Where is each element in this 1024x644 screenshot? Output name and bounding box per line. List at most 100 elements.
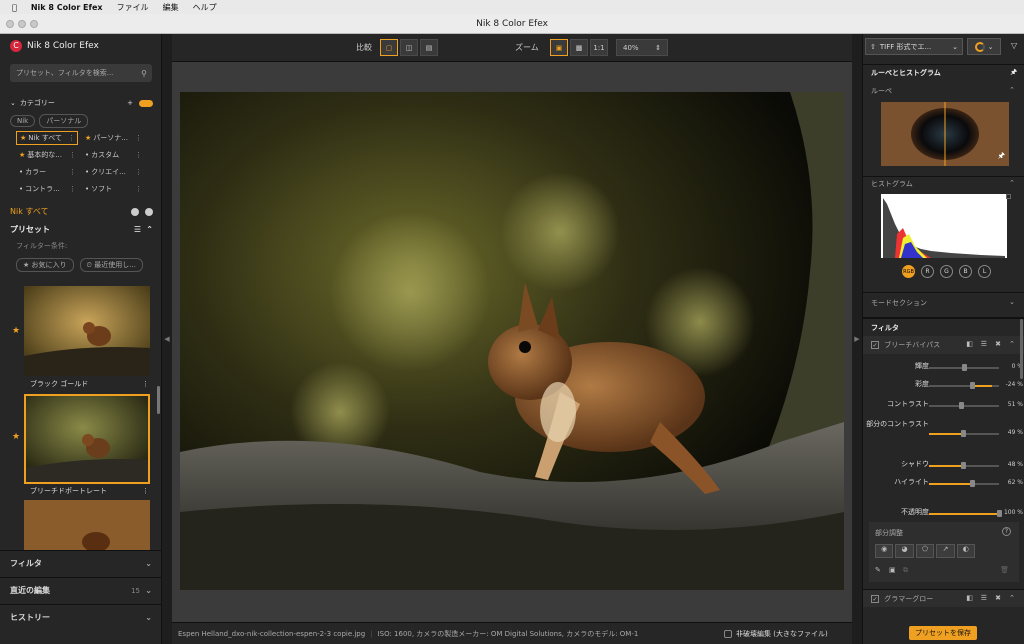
close-window-button[interactable] — [6, 20, 14, 28]
category-basic[interactable]: ★ 基本的な... ⋮ — [16, 148, 78, 162]
control-point-icon[interactable]: ◉ — [875, 544, 894, 558]
category-color[interactable]: • カラー ⋮ — [16, 165, 78, 179]
filter-enable-checkbox[interactable]: ✓ — [871, 595, 879, 603]
histogram-header[interactable]: ヒストグラム ⌃ — [863, 176, 1024, 190]
minimize-window-button[interactable] — [18, 20, 26, 28]
search-input[interactable]: プリセット、フィルタを検索... ⚲ — [10, 64, 152, 82]
remove-filter-icon[interactable]: ✖ — [995, 594, 1001, 602]
more-icon[interactable]: ⋮ — [135, 185, 142, 193]
category-soft[interactable]: • ソフト ⋮ — [82, 182, 144, 196]
slider-track[interactable] — [929, 402, 999, 409]
categories-chevron-icon[interactable]: ⌄ — [10, 99, 16, 107]
second-filter-header[interactable]: ✓ グラマーグロー ◧ ☰ ✖ ⌃ — [863, 589, 1024, 607]
compare-split-button[interactable]: ◫ — [400, 39, 418, 56]
filter-section-header[interactable]: フィルタ ⌄ — [0, 550, 162, 576]
loupe-header[interactable]: ルーペ ⌃ — [863, 84, 1024, 98]
compare-single-button[interactable]: ▢ — [380, 39, 398, 56]
help-icon[interactable]: ? — [1002, 527, 1011, 536]
slider-knob[interactable] — [970, 480, 976, 487]
mask-icon[interactable]: ◧ — [966, 340, 973, 348]
copy-icon[interactable]: ⧉ — [903, 566, 908, 575]
slider-knob[interactable] — [970, 382, 976, 389]
menu-edit[interactable]: 編集 — [163, 2, 179, 13]
more-icon[interactable]: ⋮ — [135, 168, 142, 176]
preset-scrollbar[interactable] — [157, 386, 160, 414]
slider-track[interactable] — [929, 382, 999, 389]
zoom-select[interactable]: 40% ⇕ — [616, 39, 668, 56]
clipping-checkbox[interactable] — [1006, 194, 1011, 199]
more-icon[interactable]: ⋮ — [135, 134, 142, 142]
category-toggle[interactable] — [139, 99, 153, 107]
right-scrollbar[interactable] — [1020, 319, 1023, 379]
favorites-filter[interactable]: ★ お気に入り — [16, 258, 74, 272]
preset-thumbnail-partial[interactable] — [24, 500, 150, 550]
recent-edits-header[interactable]: 直近の編集 15 ⌄ — [0, 577, 162, 603]
mode-section-header[interactable]: モードセクション ⌄ — [863, 292, 1024, 310]
export-button[interactable]: ⇧ TIFF 形式でエ... ⌄ — [865, 38, 963, 55]
more-icon[interactable]: ⋮ — [69, 168, 76, 176]
apple-menu-icon[interactable]:  — [12, 3, 17, 12]
more-icon[interactable]: ⋮ — [142, 487, 149, 495]
panel-menu-icon[interactable]: ▽ — [1011, 41, 1017, 50]
right-panel-collapse-handle[interactable]: ▶ — [852, 34, 862, 644]
add-preset-icon[interactable] — [131, 207, 139, 216]
nondestructive-checkbox[interactable] — [724, 629, 732, 638]
slider-knob[interactable] — [960, 430, 966, 437]
compare-sidebyside-button[interactable]: ▤ — [420, 39, 438, 56]
slider-knob[interactable] — [960, 462, 966, 469]
zoom-window-button[interactable] — [30, 20, 38, 28]
filter-section-header[interactable]: フィルタ — [863, 317, 1024, 335]
mask-icon[interactable]: ◧ — [966, 594, 973, 602]
collapse-icon[interactable]: ⌃ — [1009, 340, 1015, 348]
more-icon[interactable]: ⋮ — [142, 380, 149, 388]
menu-icon[interactable]: ☰ — [981, 594, 987, 602]
preset-thumbnail-bleached-portrait[interactable] — [24, 394, 150, 484]
loupe-histogram-header[interactable]: ルーペとヒストグラム 🖈 — [863, 64, 1024, 80]
luminosity-icon[interactable]: ◐ — [956, 544, 976, 558]
slider-track[interactable] — [929, 462, 999, 469]
eyedropper-icon[interactable]: ✎ — [875, 566, 881, 574]
category-contrast[interactable]: • コントラ... ⋮ — [16, 182, 78, 196]
recent-filter[interactable]: ⏲ 最近使用し... — [79, 258, 143, 272]
menu-file[interactable]: ファイル — [117, 2, 149, 13]
slider-knob[interactable] — [962, 364, 967, 371]
add-category-icon[interactable]: + — [127, 99, 133, 107]
slider-track[interactable] — [929, 510, 1002, 517]
tab-personal[interactable]: パーソナル — [39, 114, 89, 128]
slider-track[interactable] — [929, 430, 999, 437]
category-custom[interactable]: • カスタム ⋮ — [82, 148, 144, 162]
remove-filter-icon[interactable]: ✖ — [995, 340, 1001, 348]
zoom-fit-button[interactable]: ▣ — [550, 39, 568, 56]
channel-b-button[interactable]: B — [959, 265, 972, 278]
collapse-presets-icon[interactable]: ⌃ — [146, 225, 153, 234]
more-icon[interactable]: ⋮ — [69, 151, 76, 159]
more-options-icon[interactable] — [145, 207, 153, 216]
processing-indicator[interactable]: ⌄ — [967, 38, 1001, 55]
tab-nik[interactable]: Nik — [10, 115, 36, 127]
pin-icon[interactable]: 🖈 — [998, 150, 1005, 164]
pin-icon[interactable]: 🖈 — [1011, 68, 1017, 79]
more-icon[interactable]: ⋮ — [68, 134, 75, 142]
menu-app-name[interactable]: Nik 8 Color Efex — [31, 3, 103, 12]
zoom-fill-button[interactable]: ▩ — [570, 39, 588, 56]
trash-icon[interactable]: 🗑 — [1000, 566, 1009, 574]
channel-g-button[interactable]: G — [940, 265, 953, 278]
left-panel-collapse-handle[interactable]: ◀ — [162, 34, 172, 644]
favorite-star-icon[interactable]: ★ — [12, 326, 20, 336]
category-creative[interactable]: • クリエイ... ⋮ — [82, 165, 144, 179]
filter-item-header[interactable]: ✓ ブリーチバイパス ◧ ☰ ✖ ⌃ — [863, 336, 1024, 354]
slider-track[interactable] — [929, 364, 999, 371]
favorite-star-icon[interactable]: ★ — [12, 432, 20, 442]
history-header[interactable]: ヒストリー ⌄ — [0, 604, 162, 630]
category-nik-all[interactable]: ★ Nik すべて ⋮ — [16, 131, 78, 145]
save-preset-button[interactable]: プリセットを保存 — [909, 626, 977, 640]
more-icon[interactable]: ⋮ — [69, 185, 76, 193]
filter-enable-checkbox[interactable]: ✓ — [871, 341, 879, 349]
menu-help[interactable]: ヘルプ — [193, 2, 217, 13]
mask-view-icon[interactable]: ▣ — [889, 566, 896, 574]
polygon-icon[interactable]: ⬠ — [915, 544, 935, 558]
category-personal[interactable]: ★ パーソナ... ⋮ — [82, 131, 144, 145]
slider-knob[interactable] — [958, 402, 964, 409]
preview-photo[interactable] — [180, 92, 844, 590]
more-icon[interactable]: ⋮ — [135, 151, 142, 159]
